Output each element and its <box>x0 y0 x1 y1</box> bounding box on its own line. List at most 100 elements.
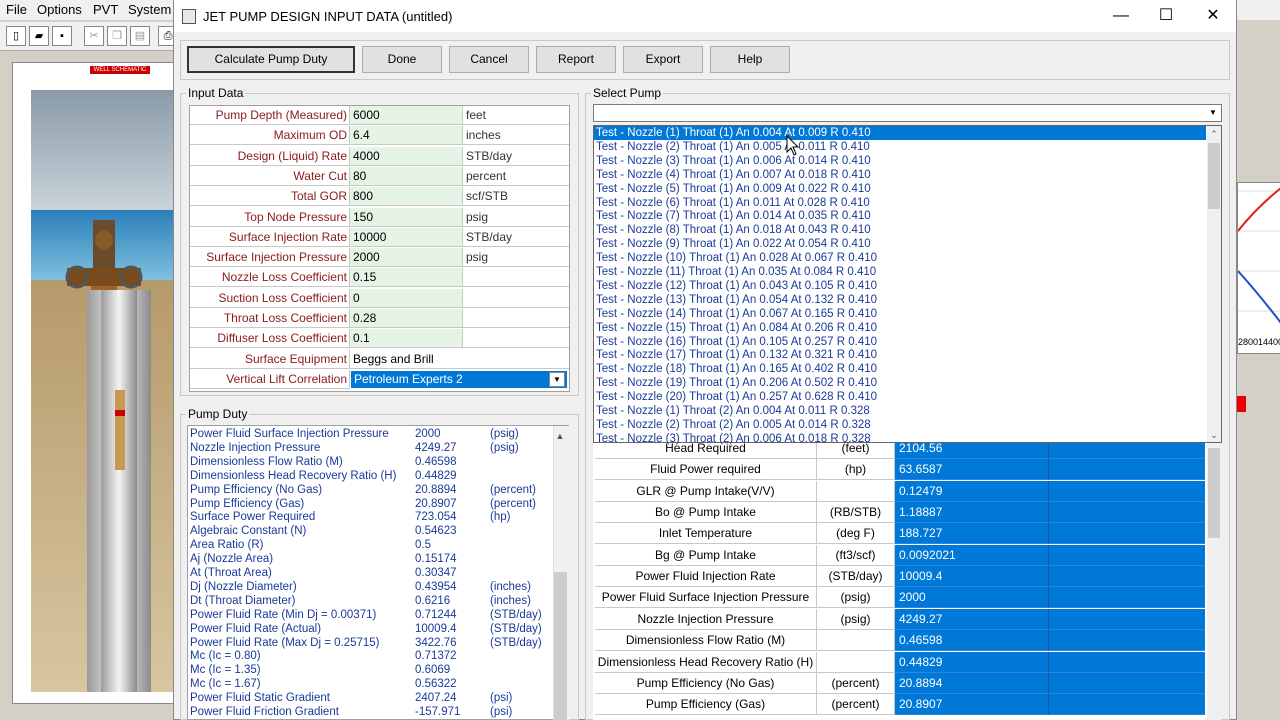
pump-duty-name: Power Fluid Surface Injection Pressure <box>190 428 389 440</box>
result-unit: (percent) <box>817 672 895 694</box>
menu-options[interactable]: Options <box>37 2 82 17</box>
pump-option[interactable]: Test - Nozzle (13) Throat (1) An 0.054 A… <box>594 293 1206 307</box>
new-file-icon[interactable]: ▯ <box>6 26 26 46</box>
pump-duty-name: Dimensionless Flow Ratio (M) <box>190 455 343 468</box>
cut-icon[interactable]: ✂ <box>84 26 104 46</box>
pump-option[interactable]: Test - Nozzle (3) Throat (1) An 0.006 At… <box>594 154 1206 168</box>
input-value-field[interactable]: 0.28 <box>350 309 463 328</box>
pump-duty-unit: (percent) <box>490 483 537 496</box>
input-unit <box>463 268 569 288</box>
result-value: 188.727 <box>895 523 1049 545</box>
input-value-field[interactable]: 800 <box>350 187 463 207</box>
pump-option[interactable]: Test - Nozzle (9) Throat (1) An 0.022 At… <box>594 237 1206 251</box>
surface-equipment-value[interactable]: Beggs and Brill <box>350 350 569 369</box>
pump-option[interactable]: Test - Nozzle (2) Throat (2) An 0.005 At… <box>594 418 1206 432</box>
results-row[interactable]: GLR @ Pump Intake(V/V) 0.12479 <box>595 480 1205 502</box>
pump-duty-name: Dimensionless Head Recovery Ratio (H) <box>190 469 397 482</box>
select-pump-combo[interactable] <box>593 104 1222 122</box>
scroll-up-icon[interactable]: ▲ <box>553 429 567 443</box>
cancel-button[interactable]: Cancel <box>449 46 529 73</box>
pump-option[interactable]: Test - Nozzle (10) Throat (1) An 0.028 A… <box>594 251 1206 265</box>
input-value-field[interactable]: 2000 <box>350 248 463 268</box>
pump-option[interactable]: Test - Nozzle (11) Throat (1) An 0.035 A… <box>594 265 1206 279</box>
pump-duty-row: Dj (Nozzle Diameter) 0.43954 (inches) <box>190 580 550 594</box>
vertical-lift-select[interactable]: Petroleum Experts 2 <box>351 371 567 388</box>
input-label: Throat Loss Coefficient <box>190 309 350 328</box>
results-row[interactable]: Power Fluid Injection Rate (STB/day) 10009… <box>595 566 1205 588</box>
scroll-down-icon[interactable]: ⌄ <box>1207 428 1221 442</box>
pump-duty-scroll-thumb[interactable] <box>554 572 567 720</box>
pump-option[interactable]: Test - Nozzle (16) Throat (1) An 0.105 A… <box>594 335 1206 349</box>
chevron-down-icon[interactable]: ▼ <box>1206 106 1220 120</box>
pump-option[interactable]: Test - Nozzle (1) Throat (1) An 0.004 At… <box>594 126 1206 140</box>
export-button[interactable]: Export <box>623 46 703 73</box>
results-row[interactable]: Power Fluid Surface Injection Pressure (p… <box>595 587 1205 609</box>
pump-duty-value: 0.5 <box>415 539 431 552</box>
input-value-field[interactable]: 10000 <box>350 227 463 247</box>
results-row[interactable]: Fluid Power required (hp) 63.6587 <box>595 459 1205 481</box>
pump-duty-value: 0.43954 <box>415 580 457 593</box>
pump-option[interactable]: Test - Nozzle (6) Throat (1) An 0.011 At… <box>594 196 1206 210</box>
chevron-down-icon[interactable]: ▼ <box>549 372 565 387</box>
pump-option[interactable]: Test - Nozzle (20) Throat (1) An 0.257 A… <box>594 390 1206 404</box>
done-button[interactable]: Done <box>362 46 442 73</box>
input-value-field[interactable]: 4000 <box>350 146 463 166</box>
scroll-up-icon[interactable]: ⌃ <box>1207 127 1221 141</box>
menu-pvt[interactable]: PVT <box>93 2 118 17</box>
pump-option[interactable]: Test - Nozzle (1) Throat (2) An 0.004 At… <box>594 404 1206 418</box>
input-value-field[interactable]: 0.15 <box>350 268 463 288</box>
pump-duty-unit: (psi) <box>490 706 513 718</box>
result-unit <box>817 480 895 502</box>
pump-option[interactable]: Test - Nozzle (15) Throat (1) An 0.084 A… <box>594 321 1206 335</box>
pump-option[interactable]: Test - Nozzle (7) Throat (1) An 0.014 At… <box>594 209 1206 223</box>
results-row[interactable]: Inlet Temperature (deg F) 188.727 <box>595 523 1205 545</box>
pump-option[interactable]: Test - Nozzle (4) Throat (1) An 0.007 At… <box>594 168 1206 182</box>
pump-option[interactable]: Test - Nozzle (14) Throat (1) An 0.067 A… <box>594 307 1206 321</box>
pump-duty-row: At (Throat Area) 0.30347 <box>190 566 550 580</box>
pump-duty-row: Mc (Ic = 0.80) 0.71372 <box>190 649 550 663</box>
results-row[interactable]: Pump Efficiency (Gas) (percent) 20.8907 <box>595 694 1205 716</box>
pump-option[interactable]: Test - Nozzle (8) Throat (1) An 0.018 At… <box>594 223 1206 237</box>
pump-option[interactable]: Test - Nozzle (19) Throat (1) An 0.206 A… <box>594 376 1206 390</box>
menu-file[interactable]: File <box>6 2 27 17</box>
input-row: Surface Injection Pressure 2000 psig <box>190 248 569 268</box>
results-row[interactable]: Dimensionless Head Recovery Ratio (H) 0.4… <box>595 651 1205 673</box>
input-unit: psig <box>463 248 569 268</box>
paste-icon[interactable]: ▤ <box>130 26 150 46</box>
results-row[interactable]: Pump Efficiency (No Gas) (percent) 20.8894 <box>595 672 1205 694</box>
pump-duty-row: Power Fluid Surface Injection Pressure 20… <box>190 427 550 441</box>
input-value-field[interactable]: 80 <box>350 166 463 186</box>
menu-system[interactable]: System <box>128 2 171 17</box>
results-row[interactable]: Nozzle Injection Pressure (psig) 4249.27 <box>595 608 1205 630</box>
dropdown-scroll-thumb[interactable] <box>1208 143 1220 209</box>
close-icon[interactable]: ✕ <box>1198 6 1228 26</box>
help-button[interactable]: Help <box>710 46 790 73</box>
pump-option[interactable]: Test - Nozzle (18) Throat (1) An 0.165 A… <box>594 362 1206 376</box>
calculate-pump-duty-button[interactable]: Calculate Pump Duty <box>187 46 355 73</box>
maximize-icon[interactable]: ☐ <box>1151 6 1181 26</box>
input-value-field[interactable]: 0 <box>350 288 463 308</box>
input-value-field[interactable]: 150 <box>350 207 463 227</box>
save-icon[interactable]: ▪ <box>52 26 72 46</box>
results-scroll-thumb[interactable] <box>1208 448 1220 538</box>
input-value-field[interactable]: 0.1 <box>350 329 463 349</box>
input-value-field[interactable]: 6.4 <box>350 126 463 146</box>
pump-duty-unit: (STB/day) <box>490 636 542 649</box>
results-row[interactable]: Bg @ Pump Intake (ft3/scf) 0.0092021 <box>595 544 1205 566</box>
report-button[interactable]: Report <box>536 46 616 73</box>
pump-option[interactable]: Test - Nozzle (5) Throat (1) An 0.009 At… <box>594 182 1206 196</box>
results-row[interactable]: Bo @ Pump Intake (RB/STB) 1.18887 <box>595 502 1205 524</box>
pump-option[interactable]: Test - Nozzle (2) Throat (1) An 0.005 At… <box>594 140 1206 154</box>
input-unit: inches <box>463 126 569 146</box>
pump-option[interactable]: Test - Nozzle (3) Throat (2) An 0.006 At… <box>594 432 1206 446</box>
open-folder-icon[interactable]: ▰ <box>29 26 49 46</box>
pump-duty-value: 2407.24 <box>415 692 457 705</box>
results-row[interactable]: Dimensionless Flow Ratio (M) 0.46598 <box>595 630 1205 652</box>
minimize-icon[interactable]: — <box>1106 6 1136 26</box>
pump-option[interactable]: Test - Nozzle (12) Throat (1) An 0.043 A… <box>594 279 1206 293</box>
pump-duty-name: Power Fluid Static Gradient <box>190 692 330 705</box>
input-value-field[interactable]: 6000 <box>350 106 463 125</box>
result-value: 20.8894 <box>895 672 1049 694</box>
copy-icon[interactable]: ❐ <box>107 26 127 46</box>
pump-option[interactable]: Test - Nozzle (17) Throat (1) An 0.132 A… <box>594 348 1206 362</box>
